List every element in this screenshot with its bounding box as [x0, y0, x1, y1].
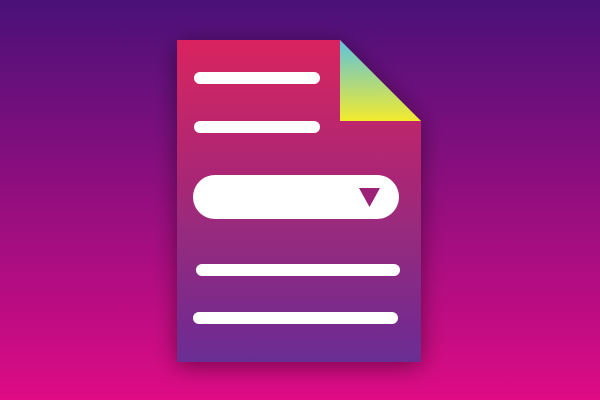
dropdown-select[interactable]: [193, 175, 399, 219]
illustration-scene: [0, 0, 600, 400]
